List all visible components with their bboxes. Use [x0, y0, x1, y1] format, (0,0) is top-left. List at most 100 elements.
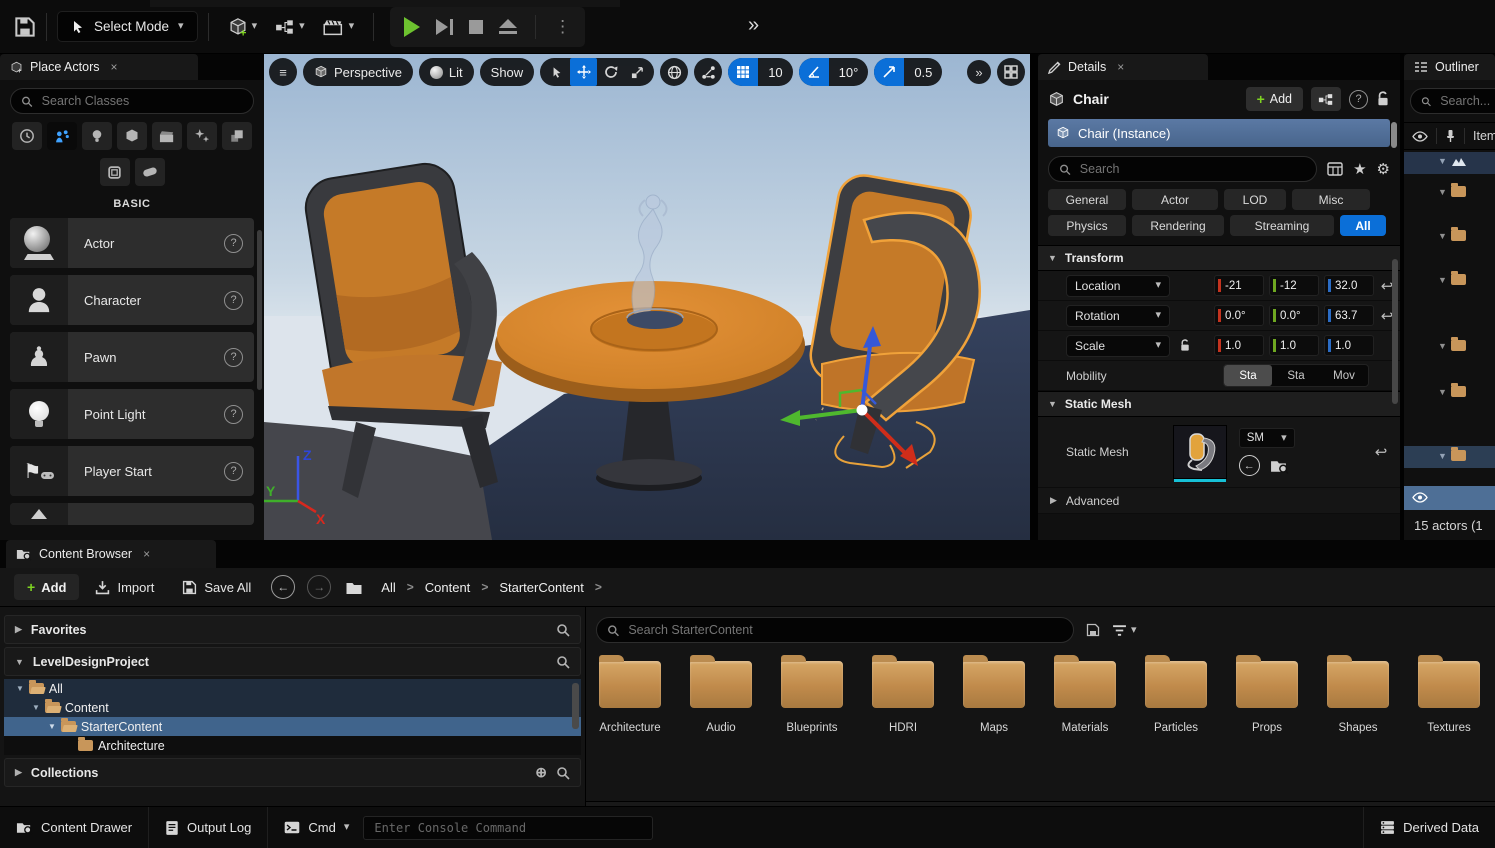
outliner-world-row[interactable]: ▼ — [1404, 152, 1495, 174]
actor-item-character[interactable]: Character ? — [10, 275, 254, 325]
advanced-section-header[interactable]: ▶ Advanced — [1038, 488, 1400, 514]
tree-item-content[interactable]: ▼ Content — [4, 698, 581, 717]
scale-tool[interactable] — [624, 58, 651, 86]
breadcrumb-all[interactable]: All — [381, 580, 395, 595]
toolbar-expand-icon[interactable]: » — [748, 14, 759, 37]
static-mesh-thumbnail[interactable] — [1173, 425, 1227, 479]
search-icon[interactable] — [556, 623, 570, 637]
rotation-dropdown[interactable]: Rotation▾ — [1066, 305, 1170, 327]
step-button[interactable] — [436, 19, 453, 35]
search-classes-input[interactable] — [40, 93, 243, 109]
blueprints-button[interactable]: ▾ — [275, 18, 305, 36]
scrollbar[interactable] — [1391, 122, 1397, 148]
scrollbar[interactable] — [1392, 259, 1398, 404]
tab-outliner[interactable]: Outliner — [1404, 54, 1495, 80]
pin-icon[interactable] — [1445, 129, 1456, 143]
rotation-snap-control[interactable]: 10° — [799, 58, 869, 86]
move-tool[interactable] — [570, 58, 597, 86]
category-shapes[interactable] — [117, 122, 147, 150]
outliner-folder-row[interactable]: ▼ — [1404, 270, 1495, 292]
asset-folder[interactable]: HDRI — [871, 661, 935, 734]
mobility-static[interactable]: Sta — [1224, 365, 1272, 386]
perspective-dropdown[interactable]: Perspective — [303, 58, 413, 86]
content-drawer-button[interactable]: Content Drawer — [0, 807, 148, 848]
cmd-dropdown[interactable]: Cmd ▾ — [268, 807, 355, 848]
asset-folder[interactable]: Particles — [1144, 661, 1208, 734]
filter-streaming[interactable]: Streaming — [1230, 215, 1334, 236]
display-options-icon[interactable] — [1327, 162, 1343, 176]
asset-folder[interactable]: Audio — [689, 661, 753, 734]
breadcrumb-content[interactable]: Content — [425, 580, 471, 595]
rotation-z-field[interactable]: 63.7 — [1324, 305, 1374, 326]
filter-rendering[interactable]: Rendering — [1132, 215, 1224, 236]
blueprint-hierarchy-button[interactable] — [1311, 87, 1341, 111]
breadcrumb-startercontent[interactable]: StarterContent — [499, 580, 584, 595]
category-cinematic[interactable] — [152, 122, 182, 150]
help-icon[interactable]: ? — [224, 462, 243, 481]
instance-row-selected[interactable]: Chair (Instance) — [1048, 119, 1390, 147]
grid-snap-control[interactable]: 10 — [728, 58, 792, 86]
asset-folder[interactable]: Materials — [1053, 661, 1117, 734]
filter-actor[interactable]: Actor — [1132, 189, 1218, 210]
filter-misc[interactable]: Misc — [1292, 189, 1370, 210]
asset-folder[interactable]: Textures — [1417, 661, 1481, 734]
location-y-field[interactable]: -12 — [1269, 275, 1319, 296]
details-search-input[interactable] — [1078, 161, 1306, 177]
category-visual-effects[interactable] — [187, 122, 217, 150]
viewport[interactable]: Z Y X ≡ Perspective Lit Show 1 — [264, 54, 1030, 540]
back-button[interactable]: ← — [271, 575, 295, 599]
location-x-field[interactable]: -21 — [1214, 275, 1264, 296]
viewport-toolbar-expand-icon[interactable]: » — [967, 60, 991, 84]
outliner-folder-row[interactable]: ▼ — [1404, 182, 1495, 204]
tab-details[interactable]: Details × — [1038, 54, 1208, 80]
save-icon[interactable] — [14, 16, 36, 38]
viewport-scene[interactable]: Z Y X — [264, 54, 1030, 540]
derived-data-button[interactable]: Derived Data — [1364, 807, 1495, 848]
mobility-movable[interactable]: Mov — [1320, 365, 1368, 386]
select-tool[interactable] — [543, 58, 570, 86]
scale-x-field[interactable]: 1.0 — [1214, 335, 1264, 356]
forward-button[interactable]: → — [307, 575, 331, 599]
world-coordinate-icon[interactable] — [660, 58, 688, 86]
stop-button[interactable] — [469, 20, 483, 34]
tree-item-startercontent-selected[interactable]: ▼ StarterContent — [4, 717, 581, 736]
filter-physics[interactable]: Physics — [1048, 215, 1126, 236]
asset-folder[interactable]: Shapes — [1326, 661, 1390, 734]
browse-to-asset-icon[interactable] — [1270, 458, 1289, 474]
location-dropdown[interactable]: Location▾ — [1066, 275, 1170, 297]
asset-folder[interactable]: Blueprints — [780, 661, 844, 734]
output-log-button[interactable]: Output Log — [149, 807, 267, 848]
tab-place-actors[interactable]: + Place Actors × — [0, 54, 198, 80]
help-icon[interactable]: ? — [224, 234, 243, 253]
project-section[interactable]: ▼ LevelDesignProject — [4, 647, 581, 676]
search-icon[interactable] — [556, 766, 570, 780]
scale-lock-icon[interactable] — [1179, 339, 1191, 352]
save-all-button[interactable]: Save All — [182, 580, 251, 595]
show-dropdown[interactable]: Show — [480, 58, 535, 86]
category-geometry[interactable] — [222, 122, 252, 150]
actor-item-point-light[interactable]: Point Light ? — [10, 389, 254, 439]
surface-snapping-icon[interactable] — [694, 58, 722, 86]
filter-lod[interactable]: LOD — [1224, 189, 1286, 210]
transform-section-header[interactable]: ▼ Transform — [1038, 245, 1400, 271]
close-icon[interactable]: × — [1117, 60, 1124, 74]
static-mesh-section-header[interactable]: ▼ Static Mesh — [1038, 391, 1400, 417]
help-icon[interactable]: ? — [224, 291, 243, 310]
actor-item-player-start[interactable]: ⚑ Player Start ? — [10, 446, 254, 496]
actor-item-actor[interactable]: Actor ? — [10, 218, 254, 268]
place-actors-search[interactable] — [10, 88, 254, 114]
tab-content-browser[interactable]: Content Browser × — [6, 540, 216, 568]
filter-all[interactable]: All — [1340, 215, 1386, 236]
mobility-stationary[interactable]: Sta — [1272, 365, 1320, 386]
play-button[interactable] — [404, 17, 420, 37]
rotation-x-field[interactable]: 0.0° — [1214, 305, 1264, 326]
bowl[interactable] — [627, 311, 683, 329]
favorites-section[interactable]: ▶ Favorites — [4, 615, 581, 644]
tree-item-architecture[interactable]: Architecture — [4, 736, 581, 755]
save-search-icon[interactable] — [1086, 623, 1100, 637]
asset-search-input[interactable] — [626, 622, 1063, 638]
add-button[interactable]: + Add — [14, 574, 79, 600]
category-basic[interactable] — [47, 122, 77, 150]
close-icon[interactable]: × — [110, 60, 117, 74]
rotate-tool[interactable] — [597, 58, 624, 86]
